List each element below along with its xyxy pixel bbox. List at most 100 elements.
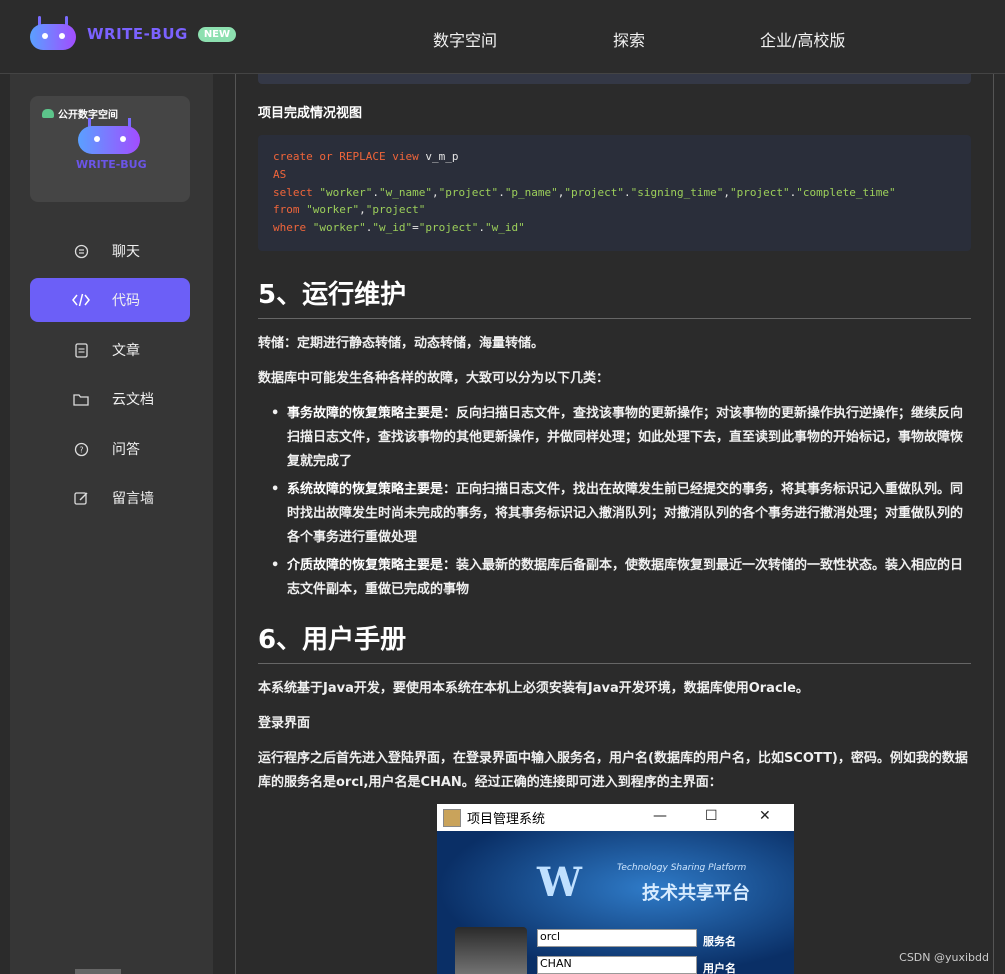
maximize-icon: ☐ — [705, 808, 718, 824]
bullet: • — [271, 558, 280, 573]
code-line: from "worker","project" — [258, 201, 971, 219]
csdn-watermark: CSDN @yuxibdd — [899, 951, 989, 964]
code-token: . — [372, 185, 379, 199]
nav-explore[interactable]: 探索 — [613, 27, 645, 51]
code-token: AS — [273, 167, 287, 181]
username-label: 用户名 — [703, 962, 736, 974]
folder-icon — [72, 390, 90, 408]
robot-logo-icon — [28, 16, 78, 52]
android-icon — [42, 109, 54, 118]
sidebar-item-cloud-docs[interactable]: 云文档 — [30, 377, 190, 421]
chat-icon — [72, 242, 90, 260]
window-titlebar: 项目管理系统 — [437, 804, 794, 831]
faults-intro-paragraph: 数据库中可能发生各种各样的故障，大致可以分为以下几类： — [258, 371, 610, 386]
divider — [258, 663, 971, 664]
login-heading: 登录界面 — [258, 716, 311, 731]
section-6-title: 6、用户手册 — [258, 625, 407, 655]
top-header: WRITE-BUG NEW 数字空间 探索 企业/高校版 — [0, 0, 1005, 74]
code-token: "signing_time" — [630, 185, 724, 199]
new-badge: NEW — [197, 26, 237, 42]
edit-icon — [72, 489, 90, 507]
sidebar-item-label: 留言墙 — [112, 491, 154, 507]
java-paragraph: 本系统基于Java开发，要使用本系统在本机上必须安装有Java开发环境，数据库使… — [258, 681, 809, 696]
bullet: • — [271, 482, 280, 497]
horizontal-scrollbar[interactable] — [75, 969, 121, 974]
code-line: create or REPLACE view v_m_p — [258, 148, 971, 166]
code-token: = — [412, 221, 419, 235]
list-item-bold: 系统故障的恢复策略主要是： — [287, 482, 457, 497]
code-token: "project" — [730, 185, 790, 199]
sidebar-item-message-wall[interactable]: 留言墙 — [30, 476, 190, 520]
code-icon — [72, 291, 90, 309]
code-token: "worker" — [319, 185, 373, 199]
watermark-tagline: Technology Sharing Platform — [617, 863, 747, 873]
previous-code-block — [258, 74, 971, 84]
sidebar-item-code[interactable]: 代码 — [30, 278, 190, 322]
code-token: . — [498, 185, 505, 199]
code-token: "project" — [365, 203, 426, 217]
list-item-bold: 介质故障的恢复策略主要是： — [287, 558, 457, 573]
code-token: "project" — [438, 185, 499, 199]
list-item: • 介质故障的恢复策略主要是：装入最新的数据库后备副本，使数据库恢复到最近一次转储… — [271, 554, 972, 602]
code-token: . — [624, 185, 631, 199]
card-brand: WRITE-BUG — [76, 158, 147, 171]
code-token: where — [273, 221, 313, 235]
code-token: select — [273, 185, 320, 199]
code-token: "complete_time" — [796, 185, 896, 199]
sidebar-item-label: 问答 — [112, 442, 140, 458]
code-token: , — [723, 185, 730, 199]
sidebar-item-label: 文章 — [112, 343, 140, 359]
code-token: "w_name" — [378, 185, 432, 199]
service-name-label: 服务名 — [703, 935, 736, 948]
article-icon — [72, 341, 90, 359]
brand-logo[interactable]: WRITE-BUG NEW — [28, 16, 237, 52]
service-name-input: orcl — [537, 929, 697, 947]
sidebar: 公开数字空间 WRITE-BUG 聊天 代码 文章 云文档 ? 问答 留言墙 — [10, 74, 213, 974]
nav-enterprise[interactable]: 企业/高校版 — [760, 27, 845, 51]
brand-name: WRITE-BUG — [87, 25, 188, 43]
nav-digital-space[interactable]: 数字空间 — [433, 27, 497, 51]
code-token: "p_name" — [504, 185, 558, 199]
article-content: 项目完成情况视图 create or REPLACE view v_m_p AS s… — [235, 74, 994, 974]
svg-text:?: ? — [79, 445, 83, 454]
window-title: 项目管理系统 — [467, 812, 546, 827]
code-line: where "worker"."w_id"="project"."w_id" — [258, 219, 971, 237]
sidebar-item-label: 云文档 — [112, 392, 154, 408]
code-token: , — [359, 203, 366, 217]
watermark-logo: W — [537, 859, 582, 906]
login-paragraph: 运行程序之后首先进入登陆界面，在登录界面中输入服务名，用户名(数据库的用户名，比… — [258, 751, 968, 790]
code-token: "project" — [564, 185, 625, 199]
avatar — [455, 927, 527, 974]
close-icon: ✕ — [759, 808, 771, 824]
code-token: "w_id" — [372, 221, 413, 235]
code-token: "w_id" — [484, 221, 525, 235]
code-token: from — [273, 203, 307, 217]
code-token: "worker" — [306, 203, 360, 217]
divider — [258, 318, 971, 319]
sidebar-item-label: 聊天 — [112, 244, 140, 260]
code-token: "worker" — [312, 221, 366, 235]
sidebar-gutter — [213, 74, 235, 974]
code-token: , — [431, 185, 439, 199]
view-heading: 项目完成情况视图 — [258, 106, 363, 121]
code-token: create or REPLACE view — [273, 150, 426, 163]
code-token: . — [478, 221, 485, 235]
code-line: select "worker"."w_name","project"."p_na… — [258, 184, 971, 202]
bullet: • — [271, 406, 280, 421]
sidebar-item-qa[interactable]: ? 问答 — [30, 427, 190, 471]
login-banner: W Technology Sharing Platform 技术共享平台 orc… — [437, 831, 794, 974]
minimize-icon: — — [653, 808, 667, 824]
space-card[interactable]: 公开数字空间 WRITE-BUG — [30, 96, 190, 202]
robot-avatar-icon — [78, 118, 142, 154]
code-token: "project" — [418, 221, 479, 235]
code-token: v_m_p — [425, 150, 459, 163]
sidebar-item-label: 代码 — [112, 293, 140, 309]
sql-code-block: create or REPLACE view v_m_p AS select "wo… — [258, 135, 971, 251]
watermark-cn: 技术共享平台 — [642, 883, 750, 904]
list-item-bold: 事务故障的恢复策略主要是： — [287, 406, 457, 421]
list-item: • 系统故障的恢复策略主要是：正向扫描日志文件，找出在故障发生前已经提交的事务，将… — [271, 478, 972, 550]
sidebar-item-article[interactable]: 文章 — [30, 328, 190, 372]
sidebar-item-chat[interactable]: 聊天 — [30, 229, 190, 273]
login-window-screenshot: 项目管理系统 — ☐ ✕ W Technology Sharing Platfo… — [437, 804, 794, 974]
list-item: • 事务故障的恢复策略主要是：反向扫描日志文件，查找该事物的更新操作；对该事物的更… — [271, 402, 972, 474]
